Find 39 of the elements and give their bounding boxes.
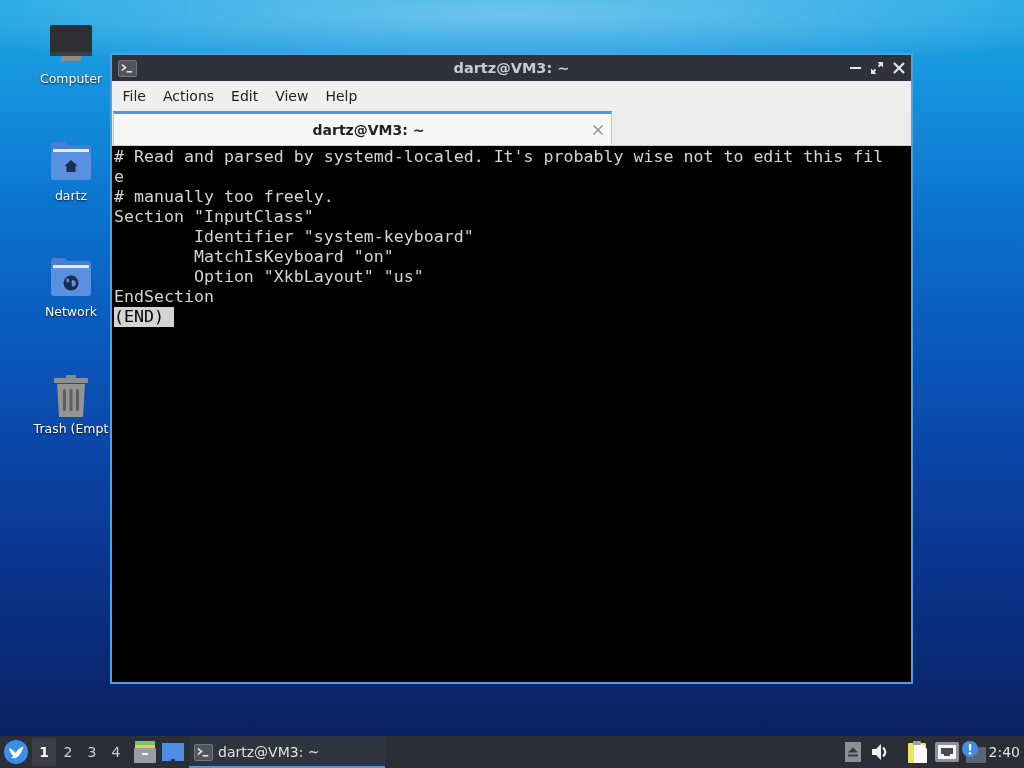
terminal-line: MatchIsKeyboard "on" xyxy=(193,247,394,267)
desktop-icon-label[interactable]: Network xyxy=(44,304,98,319)
maximize-icon[interactable] xyxy=(871,62,883,74)
ethernet-port-icon[interactable] xyxy=(934,742,959,762)
terminal-line: # manually too freely. xyxy=(114,187,334,207)
bird-logo-icon[interactable] xyxy=(4,740,28,764)
menu-item[interactable]: Actions xyxy=(154,85,223,107)
terminal-icon xyxy=(194,743,213,761)
window-title: dartz@VM3: ~ xyxy=(453,60,570,76)
workspace-button[interactable]: 4 xyxy=(104,738,128,766)
workspace-button[interactable]: 1 xyxy=(32,738,56,766)
monitor-icon[interactable] xyxy=(50,25,92,61)
globe-folder-icon[interactable] xyxy=(51,258,91,296)
notification-icon[interactable] xyxy=(961,741,986,763)
menu-item[interactable]: File xyxy=(114,85,155,107)
terminal-line: e xyxy=(114,167,124,187)
terminal-line: Option "XkbLayout" "us" xyxy=(193,267,424,287)
home-folder-icon[interactable] xyxy=(51,141,91,180)
desktop-icon-label[interactable]: Trash (Empt xyxy=(33,420,109,436)
menu-item[interactable]: View xyxy=(266,85,317,107)
pager-status: (END) xyxy=(114,307,164,327)
menu-item[interactable]: Edit xyxy=(222,85,267,107)
taskbar-window-button[interactable]: dartz@VM3: ~ xyxy=(189,736,385,768)
terminal-line: # Read and parsed by systemd-localed. It's probably wise not to edit this fil xyxy=(114,147,884,167)
clipboard-icon[interactable] xyxy=(907,741,928,763)
clock[interactable]: 2:40 xyxy=(988,744,1020,760)
desktop-icon-label[interactable]: dartz xyxy=(54,187,88,203)
workspace-button[interactable]: 3 xyxy=(80,738,104,766)
menu-item[interactable]: Help xyxy=(316,85,366,107)
trash-icon[interactable] xyxy=(54,374,88,417)
terminal-tab[interactable]: dartz@VM3: ~ xyxy=(113,111,612,145)
terminal-line: EndSection xyxy=(114,287,214,307)
terminal-line: Section "InputClass" xyxy=(114,207,314,227)
text-cursor xyxy=(163,307,174,327)
terminal-line: Identifier "system-keyboard" xyxy=(193,227,474,247)
eject-icon[interactable] xyxy=(844,742,861,762)
terminal-icon[interactable] xyxy=(118,59,137,77)
file-cabinet-icon[interactable] xyxy=(134,741,156,763)
workspace-button[interactable]: 2 xyxy=(56,738,80,766)
